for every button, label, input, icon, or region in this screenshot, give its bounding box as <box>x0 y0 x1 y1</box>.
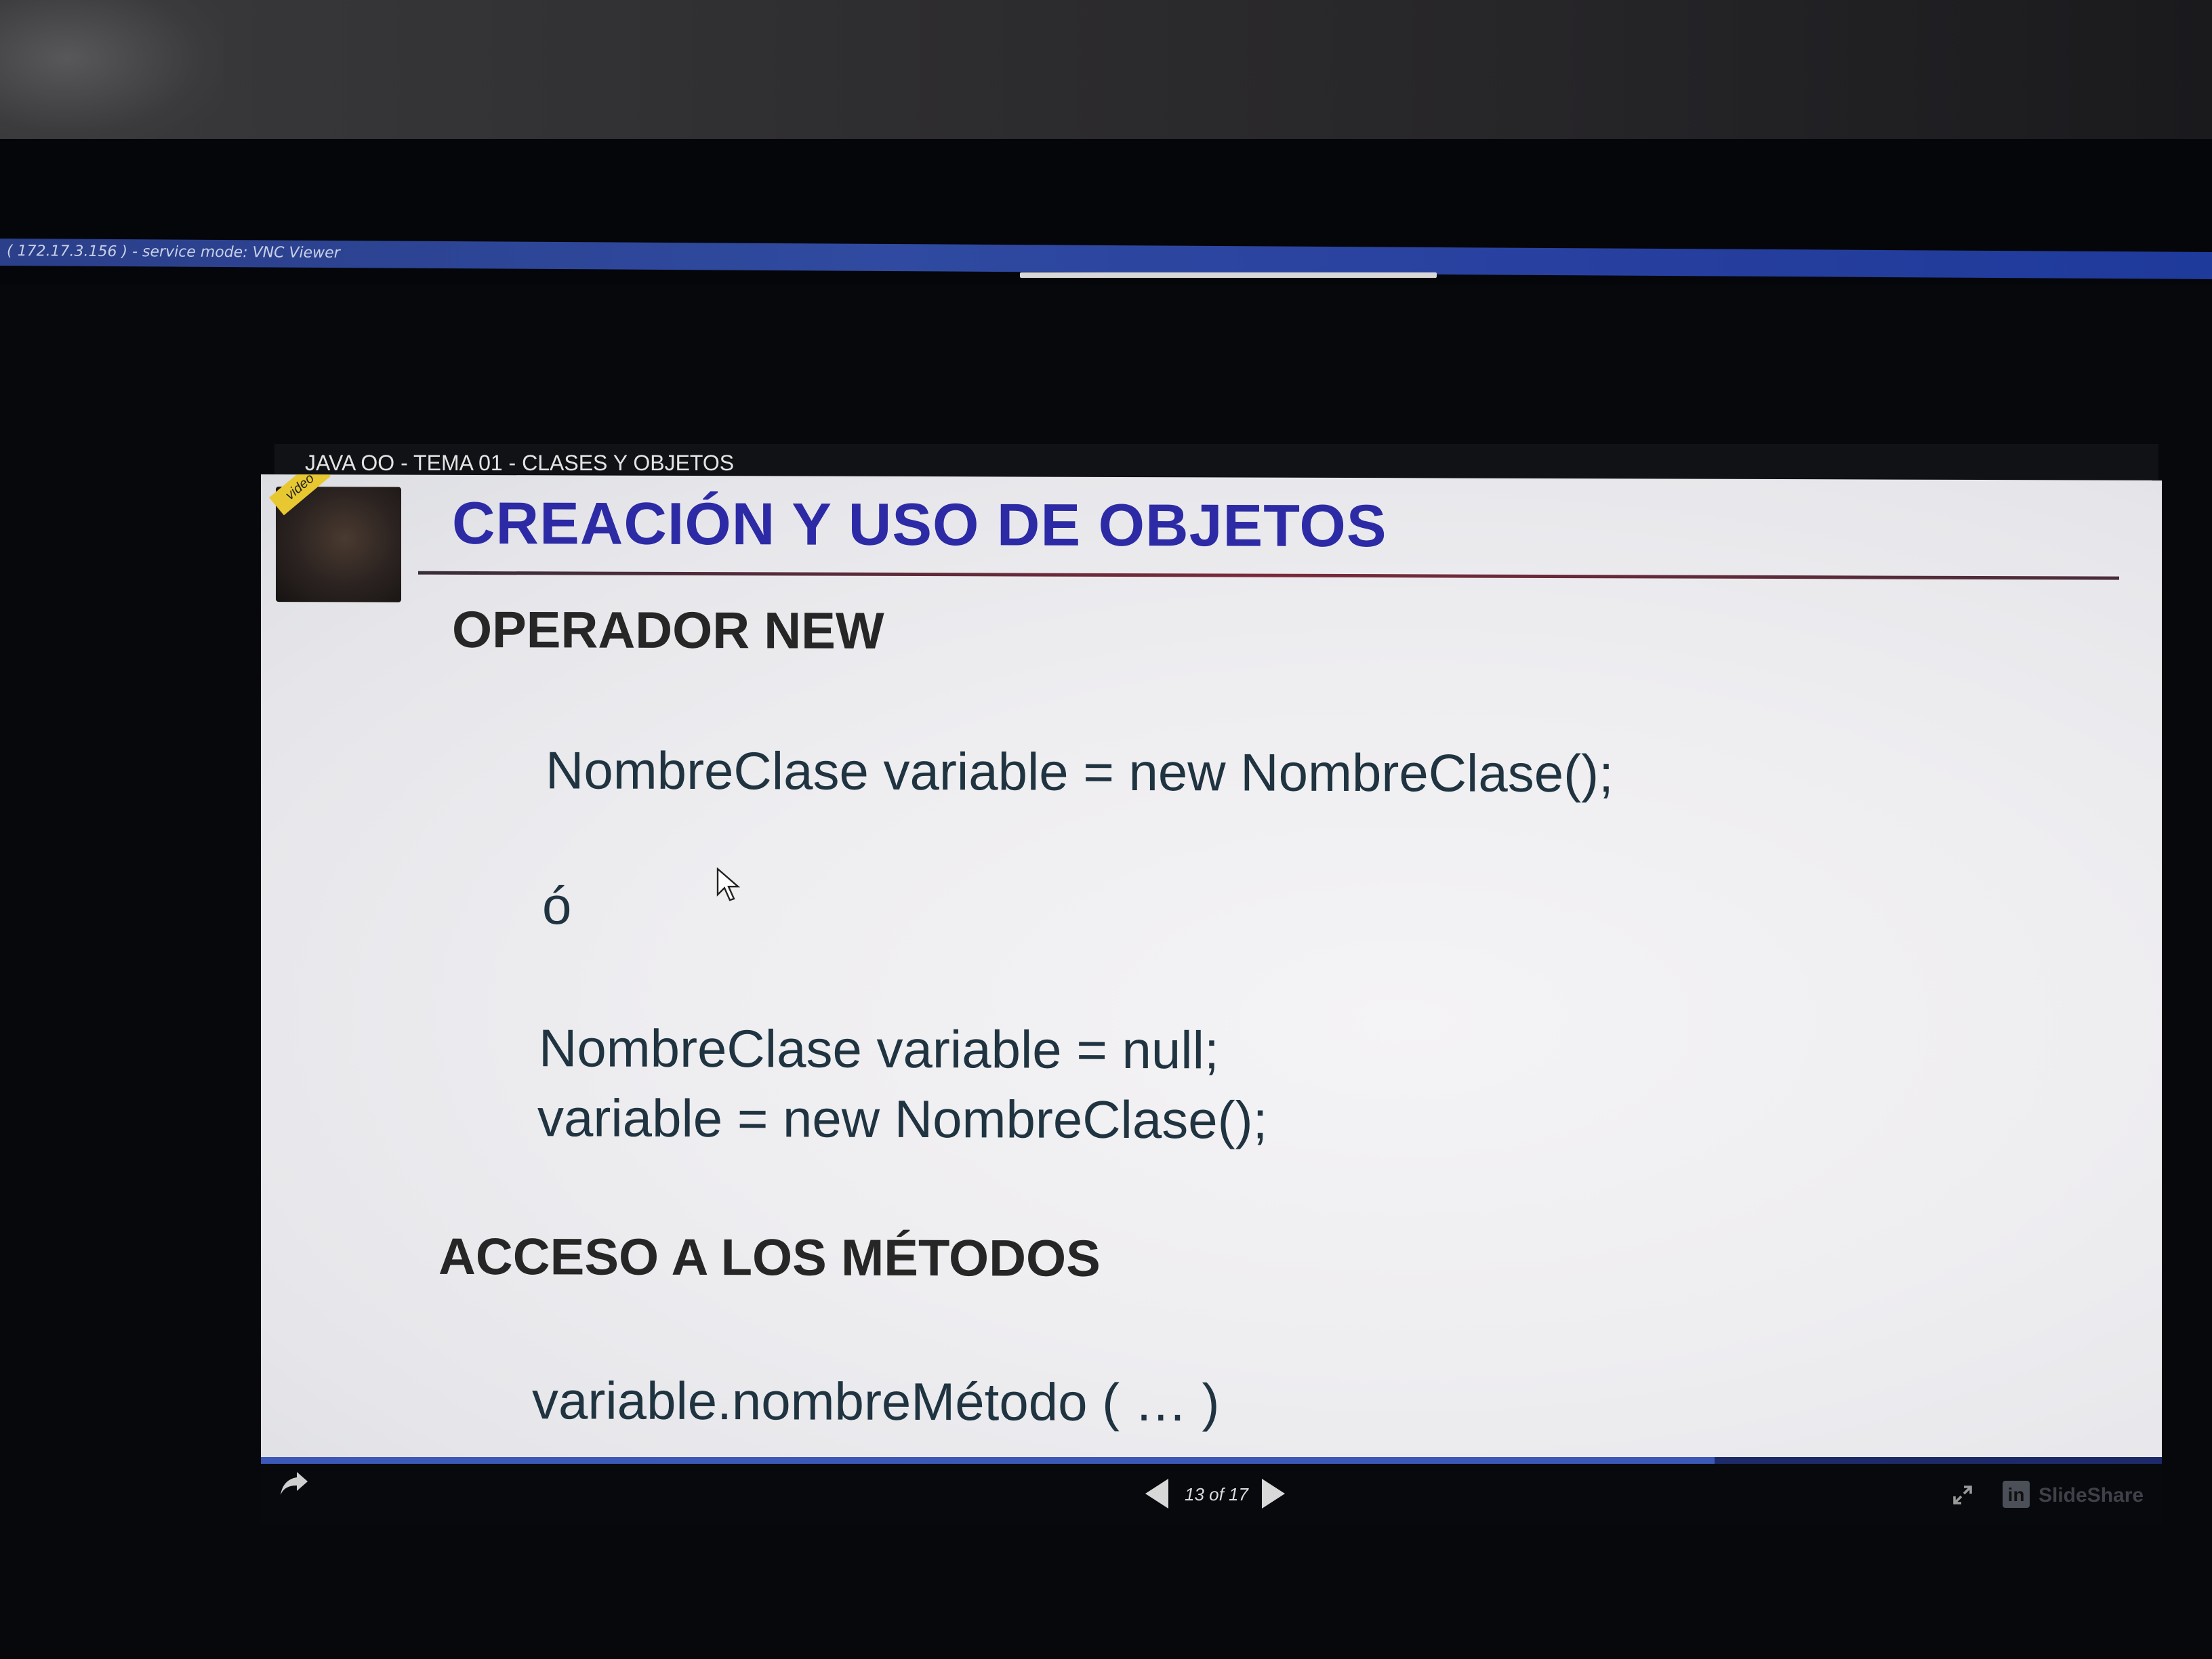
background-wall <box>0 0 2212 146</box>
section-heading-operador-new: OPERADOR NEW <box>452 600 884 660</box>
section-heading-acceso-metodos: ACCESO A LOS MÉTODOS <box>438 1227 1101 1288</box>
code-line-new-assignment: variable = new NombreClase(); <box>537 1088 1268 1150</box>
previous-slide-button[interactable] <box>1145 1479 1168 1509</box>
mouse-pointer-icon <box>716 867 741 901</box>
linkedin-icon[interactable]: in <box>2003 1481 2030 1508</box>
or-separator: ó <box>542 876 572 936</box>
presenter-video-thumbnail[interactable]: video <box>269 474 401 602</box>
expand-arrows-icon[interactable] <box>1952 1484 1973 1506</box>
code-line-method-call: variable.nombreMétodo ( … ) <box>532 1370 1220 1433</box>
code-line-null-declaration: NombreClase variable = null; <box>539 1018 1219 1080</box>
page-indicator: 13 of 17 <box>1185 1484 1248 1504</box>
vnc-window-title: ( 172.17.3.156 ) - service mode: VNC Vie… <box>7 243 340 262</box>
slide-title: CREACIÓN Y USO DE OBJETOS <box>452 489 1387 560</box>
slide-canvas: video CREACIÓN Y USO DE OBJETOS OPERADOR… <box>261 474 2162 1467</box>
deck-title: JAVA OO - TEMA 01 - CLASES Y OBJETOS <box>305 451 735 475</box>
vnc-toolbar-tab[interactable] <box>1020 272 1437 278</box>
video-badge: video <box>269 474 331 516</box>
next-slide-button[interactable] <box>1262 1479 1285 1509</box>
slide-progress-fill <box>261 1457 1715 1464</box>
code-line-new-instance: NombreClase variable = new NombreClase()… <box>546 740 1614 804</box>
slideshare-brand[interactable]: SlideShare <box>2039 1484 2144 1507</box>
title-divider <box>418 571 2119 580</box>
share-arrow-icon[interactable] <box>278 1469 310 1496</box>
background-person <box>0 0 224 146</box>
